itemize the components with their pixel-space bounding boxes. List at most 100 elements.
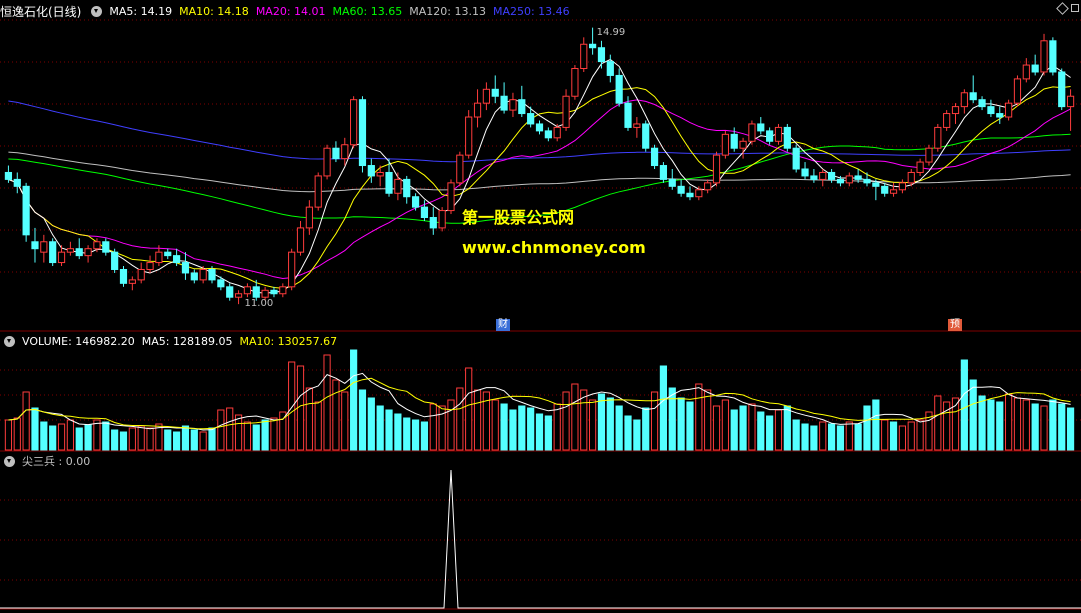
candle-body	[721, 133, 729, 156]
volume-bar	[801, 423, 809, 451]
candle-body	[252, 286, 260, 298]
volume-bar	[978, 395, 986, 451]
candle-body	[146, 262, 154, 270]
volume-bar	[854, 423, 862, 451]
volume-bar	[642, 407, 650, 451]
volume-bar	[137, 425, 145, 451]
volume-bar	[49, 425, 57, 451]
financial-report-flag[interactable]: 财	[496, 319, 510, 331]
candle-body	[748, 123, 756, 142]
signal-panel-header: 尖三兵 : 0.00	[0, 452, 104, 470]
candle-body	[438, 210, 446, 229]
ma-indicator-2: MA20: 14.01	[255, 4, 326, 18]
volume-bar	[677, 397, 685, 451]
candle-body	[411, 196, 420, 208]
volume-bar	[288, 361, 296, 451]
candle-body	[1066, 95, 1075, 108]
volume-panel-header: VOLUME: 146982.20 MA5: 128189.05 MA10: 130…	[0, 332, 351, 350]
dropdown-icon[interactable]	[4, 455, 15, 467]
dropdown-icon[interactable]	[4, 335, 15, 347]
volume-bar	[199, 431, 207, 451]
volume-bar	[1066, 407, 1075, 451]
volume-bar	[429, 403, 437, 451]
volume-bar	[341, 391, 349, 451]
volume-bar	[296, 365, 305, 451]
volume-bar	[907, 421, 915, 451]
volume-indicator-0: VOLUME: 146982.20	[22, 334, 135, 348]
volume-bar	[589, 399, 597, 451]
volume-bar	[535, 413, 544, 451]
candle-body	[305, 206, 313, 229]
volume-bar	[93, 419, 101, 451]
candle-body	[473, 102, 482, 118]
volume-bars	[4, 349, 1075, 451]
candle-body	[819, 171, 827, 180]
candle-body	[164, 251, 172, 257]
candle-body	[766, 130, 774, 142]
candlestick-series	[4, 27, 1075, 305]
volume-bar	[465, 367, 473, 451]
candle-body	[642, 123, 650, 149]
candle-body	[1005, 102, 1013, 118]
volume-bar	[571, 383, 579, 451]
volume-bar	[872, 399, 880, 451]
candle-body	[31, 241, 39, 250]
volume-bar	[881, 419, 889, 451]
candle-body	[987, 106, 995, 115]
candle-body	[500, 95, 508, 111]
candle-body	[367, 165, 375, 177]
volume-bar	[934, 395, 942, 451]
candle-body	[686, 192, 694, 198]
volume-bar	[403, 417, 411, 451]
forecast-flag[interactable]: 预	[948, 319, 962, 331]
candle-body	[810, 175, 818, 180]
volume-bar	[615, 405, 623, 451]
candle-body	[757, 123, 765, 132]
volume-bar	[420, 421, 429, 451]
candle-body	[279, 286, 287, 295]
volume-bar	[712, 405, 721, 451]
volume-bar	[863, 405, 871, 451]
volume-bar	[1040, 405, 1048, 451]
candle-body	[951, 106, 960, 115]
candle-body	[1022, 64, 1030, 80]
candle-body	[509, 99, 517, 111]
candle-body	[978, 99, 986, 108]
candle-body	[4, 171, 13, 180]
candle-body	[527, 113, 535, 125]
candle-body	[943, 113, 951, 128]
candle-body	[190, 272, 198, 281]
volume-bar	[686, 401, 694, 451]
candle-body	[429, 217, 437, 229]
volume-bar	[695, 383, 703, 451]
volume-bar	[367, 397, 375, 451]
candle-body	[226, 286, 234, 298]
volume-bar	[394, 413, 402, 451]
dropdown-icon[interactable]	[91, 5, 103, 17]
volume-bar	[792, 419, 800, 451]
candle-body	[111, 251, 119, 270]
volume-bar	[75, 427, 83, 451]
watermark-title: 第一股票公式网	[462, 208, 575, 227]
volume-bar	[606, 397, 614, 451]
candle-body	[208, 268, 216, 281]
volume-bar	[748, 403, 756, 451]
price-panel-header: 恒逸石化(日线) MA5: 14.19 MA10: 14.18 MA20: 14.0…	[0, 2, 584, 20]
volume-bar	[270, 417, 278, 451]
candle-body	[580, 43, 588, 70]
signal-indicator-0: 尖三兵 : 0.00	[22, 455, 91, 468]
volume-bar	[128, 427, 136, 451]
ma-indicators: MA5: 14.19 MA10: 14.18 MA20: 14.01 MA60: 13…	[109, 5, 576, 18]
volume-indicator-1: MA5: 128189.05	[141, 334, 233, 348]
candle-body	[969, 92, 977, 101]
signal-indicators: 尖三兵 : 0.00	[22, 453, 97, 469]
candle-body	[996, 113, 1004, 118]
volume-bar	[473, 389, 482, 451]
candle-body	[420, 206, 429, 219]
volume-bar	[102, 421, 110, 451]
volume-bar	[350, 349, 358, 451]
volume-bar	[553, 403, 561, 451]
candle-body	[84, 248, 92, 257]
square-icon[interactable]	[1071, 4, 1079, 12]
candle-body	[482, 88, 490, 104]
